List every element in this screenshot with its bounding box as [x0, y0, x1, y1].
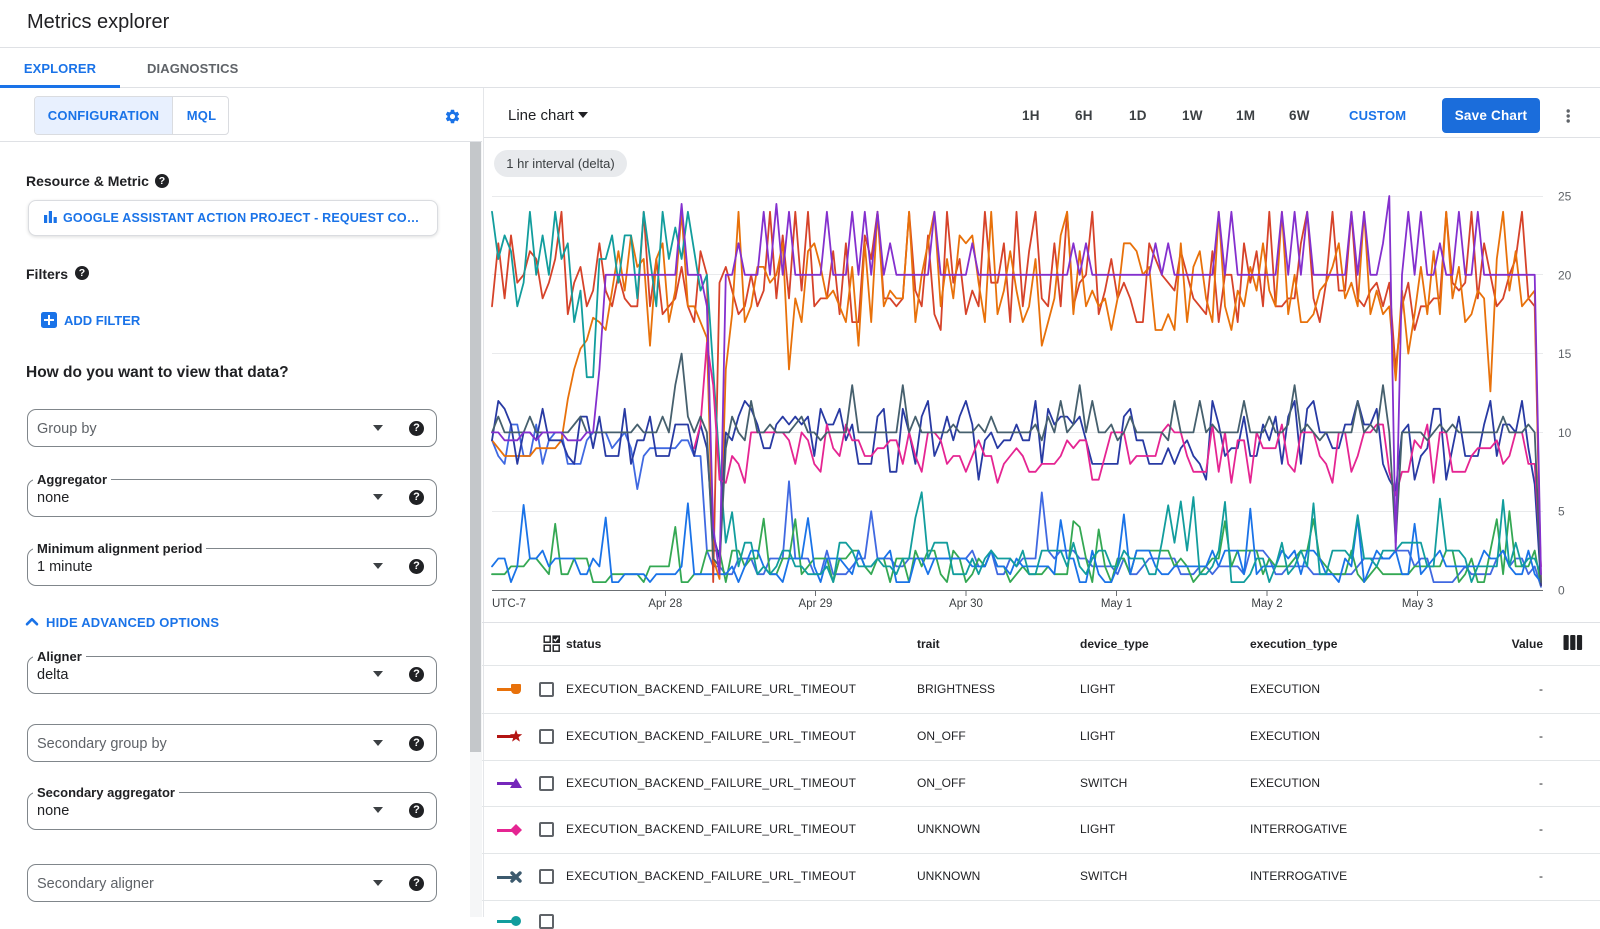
svg-text:15: 15 [1558, 347, 1572, 361]
svg-text:20: 20 [1558, 268, 1572, 282]
svg-text:Apr 28: Apr 28 [648, 598, 682, 610]
svg-text:10: 10 [1558, 426, 1572, 440]
svg-text:UTC-7: UTC-7 [492, 598, 526, 610]
svg-text:Apr 30: Apr 30 [949, 598, 983, 610]
svg-text:25: 25 [1558, 190, 1572, 204]
svg-text:Apr 29: Apr 29 [799, 598, 833, 610]
svg-text:5: 5 [1558, 505, 1565, 519]
svg-text:May 2: May 2 [1251, 598, 1282, 610]
svg-text:May 3: May 3 [1402, 598, 1433, 610]
svg-text:0: 0 [1558, 584, 1565, 598]
svg-text:May 1: May 1 [1101, 598, 1132, 610]
